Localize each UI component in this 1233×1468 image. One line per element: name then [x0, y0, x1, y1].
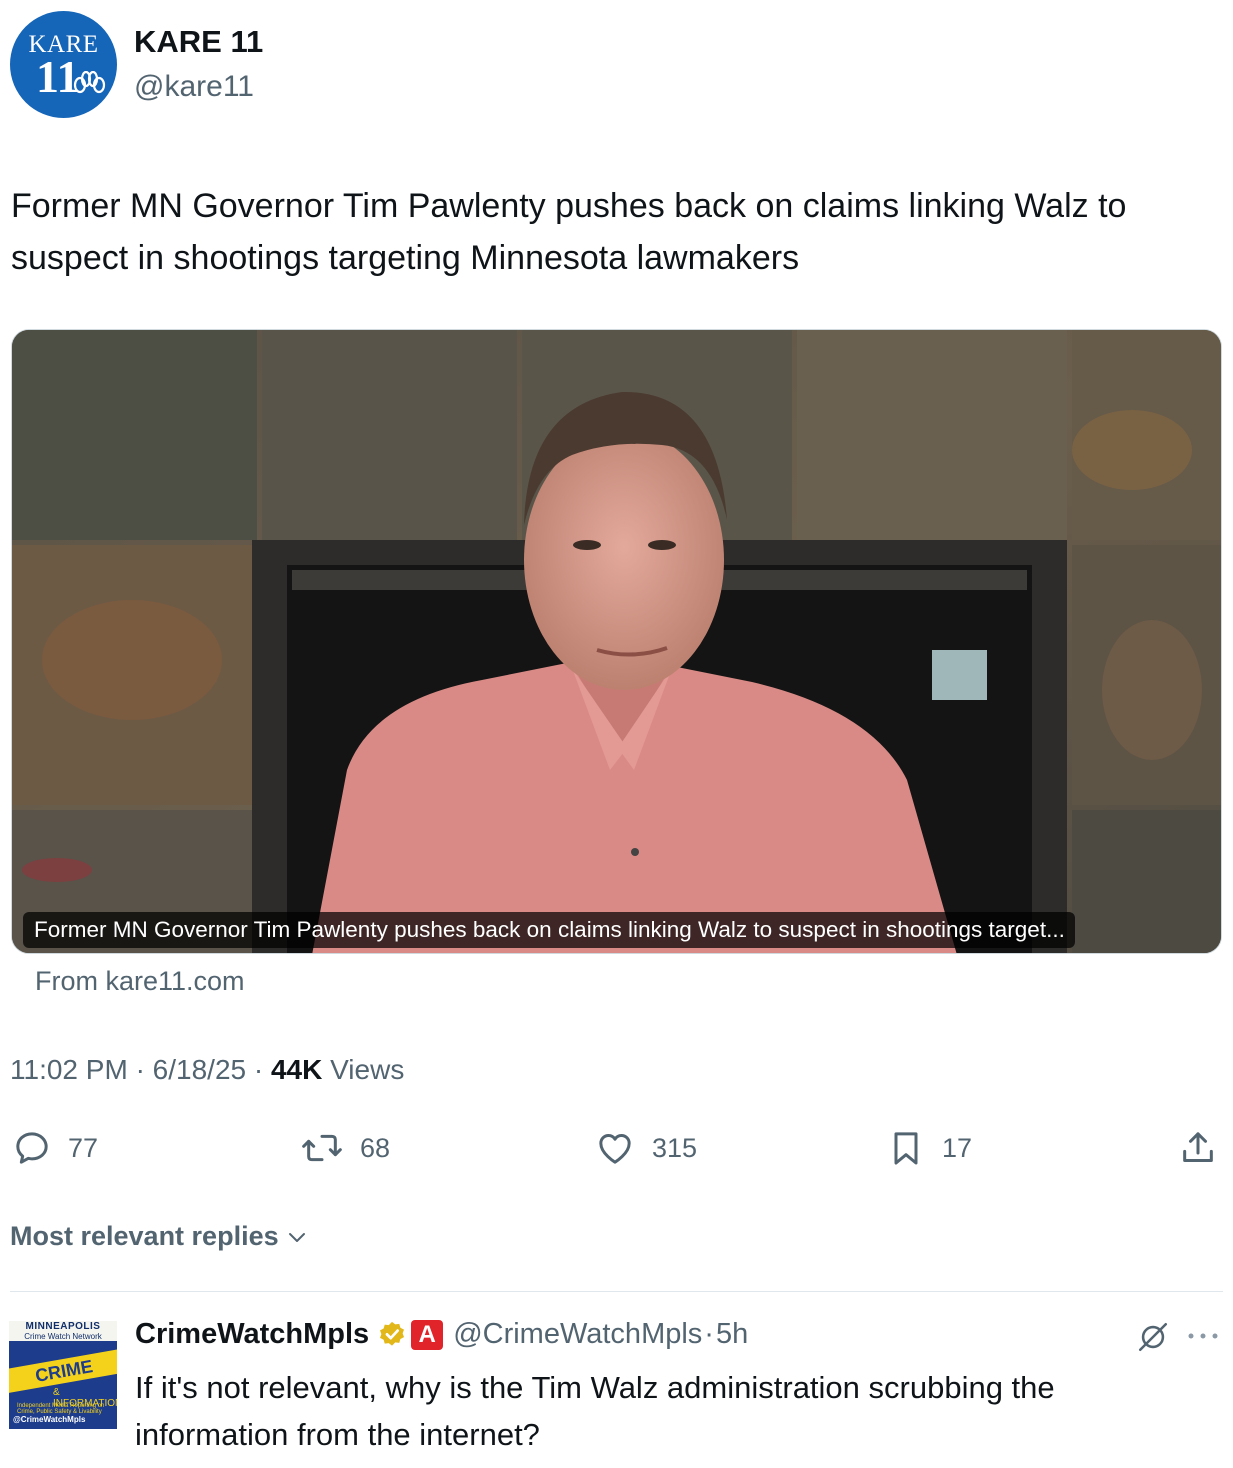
- chevron-down-icon: [288, 1232, 305, 1242]
- views-count: 44K: [270, 1054, 323, 1085]
- author-handle[interactable]: @kare11: [134, 70, 254, 104]
- bookmark-button[interactable]: 17: [886, 1126, 972, 1170]
- verified-badge-icon: [380, 1321, 405, 1346]
- reply-icon: [16, 1132, 48, 1164]
- bookmark-count: 17: [942, 1132, 973, 1163]
- reply-avatar[interactable]: MINNEAPOLIS Crime Watch Network CRIME WA…: [9, 1321, 117, 1429]
- repost-count: 68: [360, 1132, 391, 1163]
- reply-header: CrimeWatchMpls A @CrimeWatchMpls · 5h: [135, 1318, 748, 1351]
- affiliate-badge: A: [411, 1319, 444, 1350]
- share-icon: [1183, 1132, 1213, 1162]
- media-source-link[interactable]: From kare11.com: [35, 966, 245, 997]
- meta-separator: ·: [135, 1054, 153, 1085]
- avatar-line-2: Crime Watch Network: [24, 1332, 102, 1341]
- tweet-date[interactable]: 6/18/25: [153, 1054, 246, 1085]
- reply-button[interactable]: 77: [12, 1126, 98, 1170]
- grok-icon[interactable]: [1136, 1320, 1170, 1354]
- repost-icon: [302, 1134, 342, 1162]
- reply-time[interactable]: 5h: [716, 1318, 748, 1351]
- divider: [10, 1291, 1223, 1292]
- heart-icon: [599, 1134, 631, 1164]
- sort-replies-dropdown[interactable]: Most relevant replies: [10, 1221, 309, 1252]
- reply-author-name[interactable]: CrimeWatchMpls: [135, 1318, 369, 1351]
- tweet-text: Former MN Governor Tim Pawlenty pushes b…: [11, 187, 1127, 277]
- reply-text: If it's not relevant, why is the Tim Wal…: [135, 1370, 1055, 1452]
- avatar-line-6: @CrimeWatchMpls: [13, 1415, 86, 1424]
- tweet-time[interactable]: 11:02 PM: [10, 1054, 128, 1085]
- sort-replies-label: Most relevant replies: [10, 1221, 279, 1251]
- tweet-meta: 11:02 PM · 6/18/25 · 44K Views: [10, 1054, 404, 1086]
- like-button[interactable]: 315: [594, 1126, 697, 1170]
- video-media[interactable]: [11, 329, 1222, 954]
- video-thumbnail: [12, 330, 1221, 953]
- peacock-icon: [73, 71, 106, 94]
- avatar-line-1: MINNEAPOLIS: [25, 1321, 101, 1332]
- like-count: 315: [652, 1132, 698, 1163]
- repost-button[interactable]: 68: [300, 1126, 390, 1170]
- avatar-line-5: Independent Media Reporting on Crime, Pu…: [17, 1403, 105, 1415]
- meta-separator: ·: [253, 1054, 271, 1085]
- more-options-icon[interactable]: [1185, 1330, 1221, 1342]
- reply-count: 77: [68, 1132, 99, 1163]
- author-avatar[interactable]: KARE 11: [10, 11, 117, 118]
- share-button[interactable]: [1178, 1126, 1218, 1170]
- bookmark-icon: [894, 1132, 918, 1165]
- meta-separator: ·: [704, 1318, 714, 1350]
- views-label: Views: [330, 1054, 405, 1085]
- author-name[interactable]: KARE 11: [134, 24, 263, 60]
- reply-author-handle[interactable]: @CrimeWatchMpls: [453, 1318, 702, 1351]
- media-caption: Former MN Governor Tim Pawlenty pushes b…: [23, 912, 1075, 948]
